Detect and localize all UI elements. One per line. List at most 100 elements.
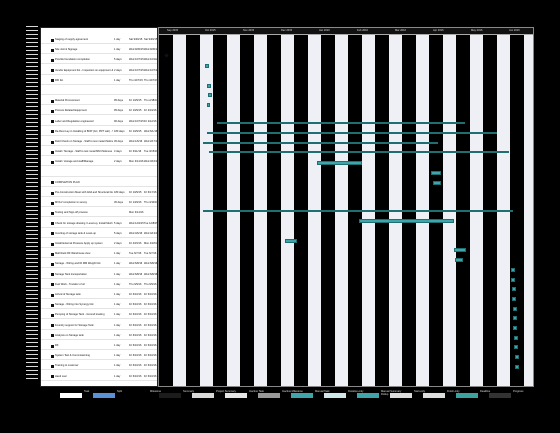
task-row[interactable]: Analysis on Storage tank 1 day Fri 6/10/16…: [41, 332, 157, 340]
task-name: Site visit & Signage: [55, 48, 78, 52]
task-row[interactable]: Hand over 1 day Fri 6/10/16 Fri 6/10/16: [41, 373, 157, 381]
task-finish: Wed 9/30/15: [144, 48, 158, 52]
task-row[interactable]: Field Check on Storage - Staff to test m…: [41, 138, 157, 146]
task-row[interactable]: Inverting of storage tank & Level-up 5 da…: [41, 230, 158, 238]
task-start: Fri 6/10/16: [129, 313, 142, 317]
task-indicator-icon: [51, 211, 54, 215]
task-row[interactable]: Storage - Wiring into Synergy link 1 day F…: [41, 301, 157, 310]
task-bar[interactable]: [512, 296, 516, 301]
task-row[interactable]: Procure Related Equipment 95 days Fri 10/9…: [41, 107, 157, 116]
task-bar[interactable]: [515, 355, 519, 360]
task-bar[interactable]: [285, 238, 297, 243]
task-table: Staging of supply agreement 1 day Sat 9/26…: [40, 27, 158, 387]
task-row[interactable]: RF 1 day Fri 6/10/16 Fri 6/10/16: [41, 342, 157, 350]
task-row[interactable]: Testing and Sign-off process Mon 3/14/16: [41, 209, 157, 218]
task-duration: 1 day: [114, 344, 121, 347]
task-row[interactable]: Install External Pressure Apply up syste…: [41, 240, 157, 248]
task-name: Install / storage and staff/Manage: [55, 160, 94, 164]
task-row[interactable]: Re-Rest Lay-in Installing of BOP (AC, PR…: [41, 128, 157, 136]
task-row[interactable]: Training to customer 1 day Fri 6/10/16 Fri …: [41, 362, 157, 371]
task-bar[interactable]: [203, 141, 438, 144]
task-start: Mon 3/14/16: [129, 160, 144, 164]
task-bar[interactable]: [511, 267, 515, 272]
task-bar[interactable]: [207, 132, 497, 134]
task-start: Wed 6/8/16: [129, 262, 143, 266]
task-start: Wed 10/7/15: [129, 58, 144, 62]
task-row[interactable]: Mall Rack RF Warehouse view 1 day Tue 6/7/…: [41, 250, 157, 259]
task-row[interactable]: Labor and Regulation engineered 90 days We…: [41, 118, 157, 126]
task-row[interactable]: Storage - Wiring and lift MM Weight link…: [41, 260, 157, 269]
task-bar[interactable]: [513, 316, 517, 321]
task-row[interactable]: MV/LV completion to survey 30 days Fri 1/2…: [41, 199, 157, 208]
task-indicator-icon: [51, 375, 54, 379]
task-row[interactable]: Check for storage drawing / Level-up, In…: [41, 220, 158, 228]
task-row[interactable]: Fuel Work - Transfer of oil 1 day Thu 6/9/…: [41, 281, 157, 289]
task-bar[interactable]: [514, 345, 518, 350]
task-name: Provide foundation completion: [55, 58, 90, 62]
task-row[interactable]: Foundry support for Storage Tank 1 day Fri…: [41, 322, 157, 330]
task-name: Arrival of Storage tank: [55, 293, 81, 296]
task-name: Check for storage drawing / Level-up, In…: [55, 221, 113, 225]
task-bar[interactable]: [317, 161, 362, 166]
task-duration: 30 days: [114, 140, 124, 143]
task-bar[interactable]: [455, 258, 463, 263]
month-label: Nov 2015: [243, 29, 255, 32]
task-name: Inverting of storage tank & Level-up: [55, 231, 96, 235]
task-bar[interactable]: [514, 335, 518, 340]
task-row[interactable]: Material Procurement 95 days Fri 10/9/15 Th…: [41, 97, 158, 106]
task-bar[interactable]: [207, 102, 210, 107]
task-row[interactable]: Install / Storage - Staff to test metal …: [41, 148, 157, 157]
task-name: Storage - Wiring into Synergy link: [55, 303, 94, 307]
task-duration: 5 days: [114, 58, 122, 62]
legend-label: Progress: [513, 390, 524, 393]
task-row[interactable]: System Test & Commissioning 1 day Fri 6/10…: [41, 352, 157, 361]
task-start: Wed 1/6/16: [129, 140, 143, 143]
legend-swatch-icon: [423, 393, 445, 398]
task-row[interactable]: [41, 169, 157, 177]
task-start: Fri 3/11/16: [129, 150, 142, 154]
task-bar[interactable]: [205, 64, 209, 69]
task-duration: 1 day: [114, 272, 121, 276]
task-start: Thu 10/7/15: [129, 78, 143, 82]
task-bar[interactable]: [208, 93, 212, 98]
task-duration: 1 day: [114, 293, 121, 296]
task-bar[interactable]: [515, 364, 519, 369]
task-bar[interactable]: [217, 122, 465, 125]
task-finish: Thu 2/18/16: [144, 99, 158, 103]
task-row[interactable]: [41, 87, 157, 95]
task-bar[interactable]: [454, 248, 466, 253]
task-row[interactable]: Provide foundation completion 5 days Wed 1…: [41, 56, 157, 65]
task-bar[interactable]: [359, 219, 454, 224]
task-bar[interactable]: [203, 209, 513, 212]
task-bar[interactable]: [431, 170, 441, 175]
task-row[interactable]: Site visit & Signage 1 day Wed 9/30/15 Wed …: [41, 46, 158, 55]
task-indicator-icon: [51, 150, 54, 154]
task-row[interactable]: Vendor Equipment list - Inspection on eq…: [41, 67, 157, 75]
task-bar[interactable]: [513, 306, 517, 311]
task-row[interactable]: Staging of supply agreement 1 day Sat 9/26…: [41, 36, 157, 44]
task-row[interactable]: COMPLETION PLAN: [41, 179, 157, 187]
milestone-marker[interactable]: [164, 53, 169, 59]
task-finish: Tue 12/8/15: [144, 221, 158, 225]
task-name: System Test & Commissioning: [55, 354, 90, 358]
task-bar[interactable]: [207, 83, 211, 88]
task-row[interactable]: Arrival of Storage tank 1 day Fri 6/10/16 F…: [41, 291, 157, 299]
task-row[interactable]: Pre-Construction Meet with ADA and Struc…: [41, 189, 157, 197]
task-start: Mon 3/14/16: [129, 211, 144, 215]
task-row[interactable]: Install / storage and staff/Manage 2 days…: [41, 158, 157, 167]
task-finish: Fri 2/19/16: [144, 109, 157, 113]
task-indicator-icon: [51, 354, 54, 358]
task-row[interactable]: Pumping of Storage Tank - Ground levelin…: [41, 311, 157, 320]
task-indicator-icon: [51, 364, 54, 368]
task-bar[interactable]: [511, 277, 515, 282]
task-finish: Wed 4/13/16: [144, 231, 158, 235]
task-bar[interactable]: [433, 180, 441, 185]
task-row[interactable]: Storage Tank transportation 1 day Wed 6/8/…: [41, 271, 157, 279]
task-row[interactable]: RFI list 1 day Thu 10/7/15 Thu 10/7/15: [41, 77, 157, 85]
task-bar[interactable]: [513, 326, 517, 330]
task-duration: 95 days: [114, 99, 124, 103]
task-start: Wed 10/7/15: [129, 119, 144, 123]
task-bar[interactable]: [209, 151, 509, 154]
month-label: Apr 2016: [433, 29, 444, 32]
task-bar[interactable]: [512, 287, 516, 292]
